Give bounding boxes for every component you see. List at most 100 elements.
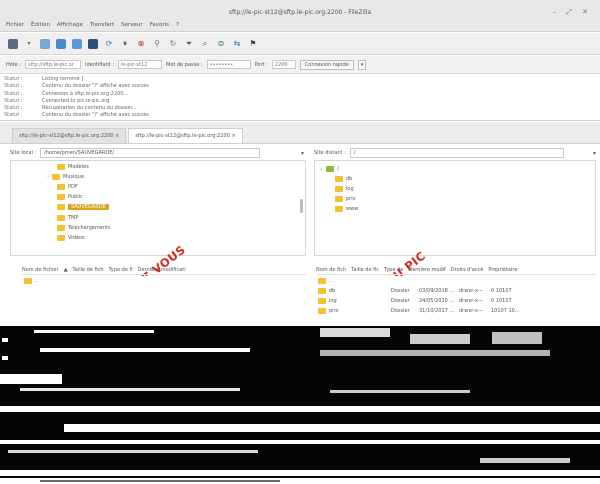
- cancel-icon[interactable]: ⊗: [136, 39, 146, 49]
- folder-icon: [57, 235, 65, 241]
- search-icon[interactable]: ⌕: [200, 39, 210, 49]
- table-row[interactable]: db Dossier 03/09/2018 ... drwxr-x--- 0 10107: [318, 286, 512, 295]
- tree-item[interactable]: Vidéos: [57, 234, 85, 242]
- sync-icon[interactable]: ⇆: [232, 39, 242, 49]
- list-item[interactable]: ..: [24, 276, 38, 285]
- toggle-remote-tree-icon[interactable]: [72, 38, 82, 49]
- quickconnect-dropdown-icon[interactable]: ▾: [357, 59, 367, 70]
- local-file-list[interactable]: ..: [20, 276, 306, 326]
- glitch-band: [2, 338, 8, 342]
- local-path-dropdown-icon[interactable]: ▾: [301, 150, 304, 157]
- disconnect-icon[interactable]: ⚲: [152, 39, 162, 49]
- local-path-input[interactable]: /home/pmen/SAUVEGARDE/: [40, 148, 261, 158]
- tree-item[interactable]: Téléchargements: [57, 224, 111, 232]
- tree-item[interactable]: TMP: [57, 214, 78, 222]
- folder-icon: [57, 194, 65, 200]
- menu-serveur[interactable]: Serveur: [121, 22, 143, 28]
- glitch-band: [34, 330, 154, 333]
- port-input[interactable]: 2200: [271, 60, 296, 69]
- table-row[interactable]: ..: [318, 276, 332, 285]
- col-modified[interactable]: Dernière modificati: [138, 267, 186, 273]
- menu-help[interactable]: ?: [176, 22, 179, 28]
- message-log[interactable]: Statut : Listing terminé ] Statut : Conten…: [0, 75, 600, 121]
- find-icon[interactable]: ⚑: [248, 39, 258, 49]
- port-label: Port :: [254, 61, 268, 68]
- menu-favoris[interactable]: Favoris: [150, 22, 169, 28]
- glitch-band: [2, 356, 8, 360]
- folder-icon: [57, 184, 65, 190]
- local-tree-scrollbar[interactable]: [300, 199, 303, 213]
- menu-edition[interactable]: Édition: [31, 22, 50, 28]
- glitch-band: [0, 444, 600, 470]
- col-filesize[interactable]: Taille de fich: [73, 267, 104, 273]
- folder-icon: [57, 204, 65, 210]
- tab-connection-1[interactable]: sftp://le-pic-st12@sftp.le-pic.org:2200 …: [12, 128, 127, 143]
- collapse-arrow-icon[interactable]: ⌄: [319, 166, 323, 172]
- user-input[interactable]: le-pic-st12: [118, 60, 163, 69]
- dropdown-icon[interactable]: ▾: [24, 39, 34, 49]
- remote-path-input[interactable]: /: [349, 148, 564, 158]
- folder-icon: [335, 176, 343, 182]
- table-row[interactable]: priv Dossier 31/10/2017 ... drwxr-x--- 10107…: [318, 306, 520, 315]
- compare-icon[interactable]: ⊜: [216, 39, 226, 49]
- glitch-band: [480, 458, 570, 463]
- site-manager-icon[interactable]: [8, 38, 18, 49]
- folder-icon: [57, 164, 65, 170]
- local-file-list-header: Nom de fichier ▲ Taille de fich Type de …: [22, 265, 306, 275]
- local-path-bar: Site local : /home/pmen/SAUVEGARDE/ ▾: [10, 147, 304, 159]
- col-filetype[interactable]: Type de fi: [109, 267, 133, 273]
- remote-path-dropdown-icon[interactable]: ▾: [593, 150, 596, 157]
- tree-item[interactable]: www: [335, 205, 358, 213]
- tree-item[interactable]: Public: [57, 193, 83, 201]
- tree-item[interactable]: log: [335, 185, 354, 193]
- col-filesize[interactable]: Taille de fic: [351, 267, 379, 273]
- quickconnect-button[interactable]: Connexion rapide: [299, 59, 354, 70]
- process-queue-icon[interactable]: ⏸: [120, 39, 130, 49]
- remote-file-list[interactable]: .. db Dossier 03/09/2018 ... drwxr-x--- 0 10…: [314, 276, 596, 326]
- reconnect-icon[interactable]: ↻: [168, 39, 178, 49]
- expand-arrow-icon[interactable]: ›: [47, 174, 49, 180]
- toggle-queue-icon[interactable]: [88, 38, 98, 49]
- root-folder-icon: [326, 166, 335, 172]
- tree-item[interactable]: › Musique: [47, 173, 84, 181]
- sort-asc-icon: ▲: [63, 266, 68, 273]
- menu-affichage[interactable]: Affichage: [57, 22, 83, 28]
- col-owner[interactable]: Propriétaire: [488, 267, 517, 273]
- folder-icon: [318, 287, 326, 294]
- col-modified[interactable]: Dernière modif: [408, 267, 445, 273]
- col-filetype[interactable]: Type de: [384, 267, 403, 273]
- toolbar: ▾ ⟳ ⏸ ⊗ ⚲ ↻ ⏷ ⌕ ⊜ ⇆ ⚑: [0, 33, 600, 55]
- tree-item[interactable]: Modèles: [57, 163, 89, 171]
- password-input[interactable]: ••••••••: [206, 60, 251, 69]
- folder-icon: [318, 277, 326, 284]
- glitch-band: [64, 424, 600, 432]
- password-label: Mot de passe :: [166, 61, 203, 68]
- window-controls[interactable]: – ⤢ ✕: [553, 8, 592, 17]
- col-filename[interactable]: Nom de fich: [316, 267, 346, 273]
- remote-file-list-header: Nom de fich Taille de fic Type de Derniè…: [316, 265, 596, 275]
- col-filename[interactable]: Nom de fichier: [22, 267, 59, 273]
- refresh-icon[interactable]: ⟳: [104, 39, 114, 49]
- glitch-band: [410, 334, 470, 344]
- table-row[interactable]: log Dossier 24/05/2020 ... drwxr-x--- 0 1010…: [318, 296, 512, 305]
- log-line: Statut : Connexion à sftp.le-pic.org:2200…: [4, 90, 129, 97]
- host-input[interactable]: sftp://sftp.le-pic.or: [25, 60, 82, 69]
- tree-item[interactable]: priv: [335, 195, 356, 203]
- glitch-band: [40, 480, 280, 482]
- remote-directory-tree[interactable]: ⌄ / db log priv www: [314, 160, 596, 256]
- tree-item-selected[interactable]: SAUVEGARDE: [57, 203, 109, 211]
- tree-item-root[interactable]: ⌄ /: [319, 165, 339, 173]
- tree-item[interactable]: db: [335, 175, 352, 183]
- toggle-tree-icon[interactable]: [56, 38, 66, 49]
- tab-connection-2[interactable]: sftp://le-pic-st12@sftp.le-pic.org:2200 …: [128, 128, 243, 143]
- folder-icon: [57, 225, 65, 231]
- corrupted-region: [0, 326, 600, 484]
- col-permissions[interactable]: Droits d'accè: [451, 267, 484, 273]
- user-label: Identifiant :: [85, 61, 115, 68]
- menu-fichier[interactable]: Fichier: [6, 22, 24, 28]
- menu-transfert[interactable]: Transfert: [90, 22, 114, 28]
- local-directory-tree[interactable]: Modèles › Musique PDF Public SAUVEGARDE T…: [10, 160, 306, 256]
- filter-icon[interactable]: ⏷: [184, 39, 194, 49]
- tree-item[interactable]: PDF: [57, 183, 78, 191]
- toggle-log-icon[interactable]: [40, 38, 50, 49]
